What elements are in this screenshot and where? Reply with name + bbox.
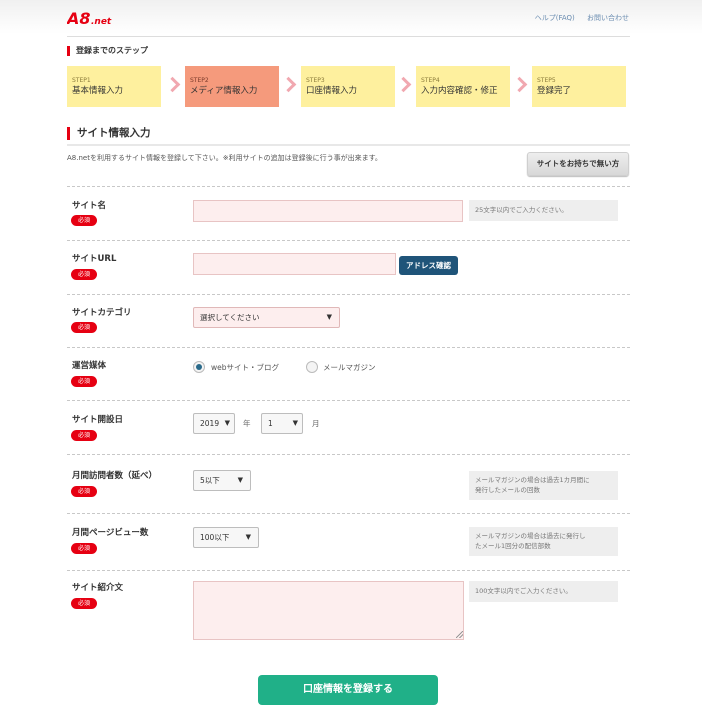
required-badge: 必須 <box>71 543 97 554</box>
site-name-hint: 25文字以内でご入力ください。 <box>469 200 618 221</box>
step-arrow-icon <box>511 76 528 93</box>
visitors-select[interactable]: 5以下 ▼ <box>193 470 251 491</box>
row-divider <box>67 347 630 348</box>
visitors-hint: メールマガジンの場合は過去1カ月間に 発行したメールの回数 <box>469 471 618 500</box>
chevron-down-icon: ▼ <box>326 313 332 321</box>
step-number: STEP4 <box>421 77 440 84</box>
step-1: STEP1 基本情報入力 <box>67 66 161 107</box>
year-unit: 年 <box>243 419 251 428</box>
opened-date-label: サイト開設日 <box>72 415 124 425</box>
required-badge: 必須 <box>71 486 97 497</box>
row-divider <box>67 186 630 187</box>
step-3: STEP3 口座情報入力 <box>301 66 395 107</box>
steps-title: 登録までのステップ <box>67 46 148 56</box>
step-4: STEP4 入力内容確認・修正 <box>416 66 510 107</box>
step-number: STEP1 <box>72 77 91 84</box>
step-label: 登録完了 <box>537 86 572 96</box>
pageviews-value: 100以下 <box>200 533 230 542</box>
chevron-down-icon: ▼ <box>224 419 230 427</box>
section-title: サイト情報入力 <box>67 127 151 140</box>
a8-logo[interactable]: A8 .net <box>67 8 115 28</box>
step-label: メディア情報入力 <box>190 86 258 96</box>
site-name-label: サイト名 <box>72 201 107 211</box>
help-link[interactable]: ヘルプ(FAQ) <box>535 14 575 22</box>
submit-bank-info-button[interactable]: 口座情報を登録する <box>258 675 438 705</box>
row-divider <box>67 454 630 455</box>
site-url-label: サイトURL <box>72 254 117 264</box>
svg-text:A8: A8 <box>67 9 91 28</box>
address-check-button[interactable]: アドレス確認 <box>399 256 458 275</box>
visitors-value: 5以下 <box>200 476 220 485</box>
required-badge: 必須 <box>71 322 97 333</box>
opened-month-select[interactable]: 1 ▼ <box>261 413 303 434</box>
pageviews-label: 月間ページビュー数 <box>72 528 149 538</box>
month-unit: 月 <box>312 419 320 428</box>
radio-mail-magazine-label[interactable]: メールマガジン <box>323 362 376 373</box>
site-category-value: 選択してください <box>200 313 260 322</box>
site-url-input[interactable] <box>193 253 396 275</box>
chevron-down-icon: ▼ <box>245 533 251 541</box>
radio-selected-dot <box>196 364 202 370</box>
site-intro-textarea[interactable] <box>193 581 464 640</box>
required-badge: 必須 <box>71 215 97 226</box>
site-name-input[interactable] <box>193 200 463 222</box>
pageviews-hint: メールマガジンの場合は過去に発行し たメール1回分の配信部数 <box>469 527 618 556</box>
row-divider <box>67 570 630 571</box>
top-links: ヘルプ(FAQ) お問い合わせ <box>525 13 629 23</box>
site-category-select[interactable]: 選択してください ▼ <box>193 307 340 328</box>
no-site-button[interactable]: サイトをお持ちで無い方 <box>527 152 629 176</box>
opened-year-value: 2019 <box>200 419 220 428</box>
chevron-down-icon: ▼ <box>237 476 243 484</box>
required-badge: 必須 <box>71 269 97 280</box>
site-intro-label: サイト紹介文 <box>72 583 124 593</box>
section-divider <box>67 144 630 146</box>
site-intro-hint: 100文字以内でご入力ください。 <box>469 581 618 602</box>
visitors-label: 月間訪問者数（延べ） <box>72 471 158 481</box>
pageviews-hint-line1: メールマガジンの場合は過去に発行し <box>475 532 586 540</box>
opened-year-select[interactable]: 2019 ▼ <box>193 413 235 434</box>
site-category-label: サイトカテゴリ <box>72 308 132 318</box>
contact-link[interactable]: お問い合わせ <box>587 14 629 22</box>
step-arrow-icon <box>164 76 181 93</box>
resize-handle-icon[interactable] <box>456 631 463 638</box>
media-label: 運営媒体 <box>72 361 107 371</box>
pageviews-hint-line2: たメール1回分の配信部数 <box>475 542 551 550</box>
step-label: 口座情報入力 <box>306 86 358 96</box>
required-badge: 必須 <box>71 376 97 387</box>
step-number: STEP5 <box>537 77 556 84</box>
opened-month-value: 1 <box>268 419 273 428</box>
row-divider <box>67 294 630 295</box>
step-2-active: STEP2 メディア情報入力 <box>185 66 279 107</box>
step-label: 基本情報入力 <box>72 86 124 96</box>
step-arrow-icon <box>395 76 412 93</box>
header-divider <box>67 36 630 37</box>
visitors-hint-line1: メールマガジンの場合は過去1カ月間に <box>475 476 590 484</box>
radio-mail-magazine[interactable] <box>306 361 318 373</box>
step-arrow-icon <box>280 76 297 93</box>
row-divider <box>67 240 630 241</box>
visitors-hint-line2: 発行したメールの回数 <box>475 486 540 494</box>
step-5: STEP5 登録完了 <box>532 66 626 107</box>
chevron-down-icon: ▼ <box>292 419 298 427</box>
row-divider <box>67 400 630 401</box>
step-number: STEP3 <box>306 77 325 84</box>
section-description: A8.netを利用するサイト情報を登録して下さい。※利用サイトの追加は登録後に行… <box>67 154 382 162</box>
radio-web-site[interactable] <box>193 361 205 373</box>
required-badge: 必須 <box>71 598 97 609</box>
step-label: 入力内容確認・修正 <box>421 86 498 96</box>
row-divider <box>67 513 630 514</box>
step-number: STEP2 <box>190 77 209 84</box>
pageviews-select[interactable]: 100以下 ▼ <box>193 527 259 548</box>
radio-web-site-label[interactable]: webサイト・ブログ <box>211 362 279 373</box>
required-badge: 必須 <box>71 430 97 441</box>
svg-text:.net: .net <box>91 17 112 27</box>
page-header: A8 .net ヘルプ(FAQ) お問い合わせ <box>0 0 702 34</box>
